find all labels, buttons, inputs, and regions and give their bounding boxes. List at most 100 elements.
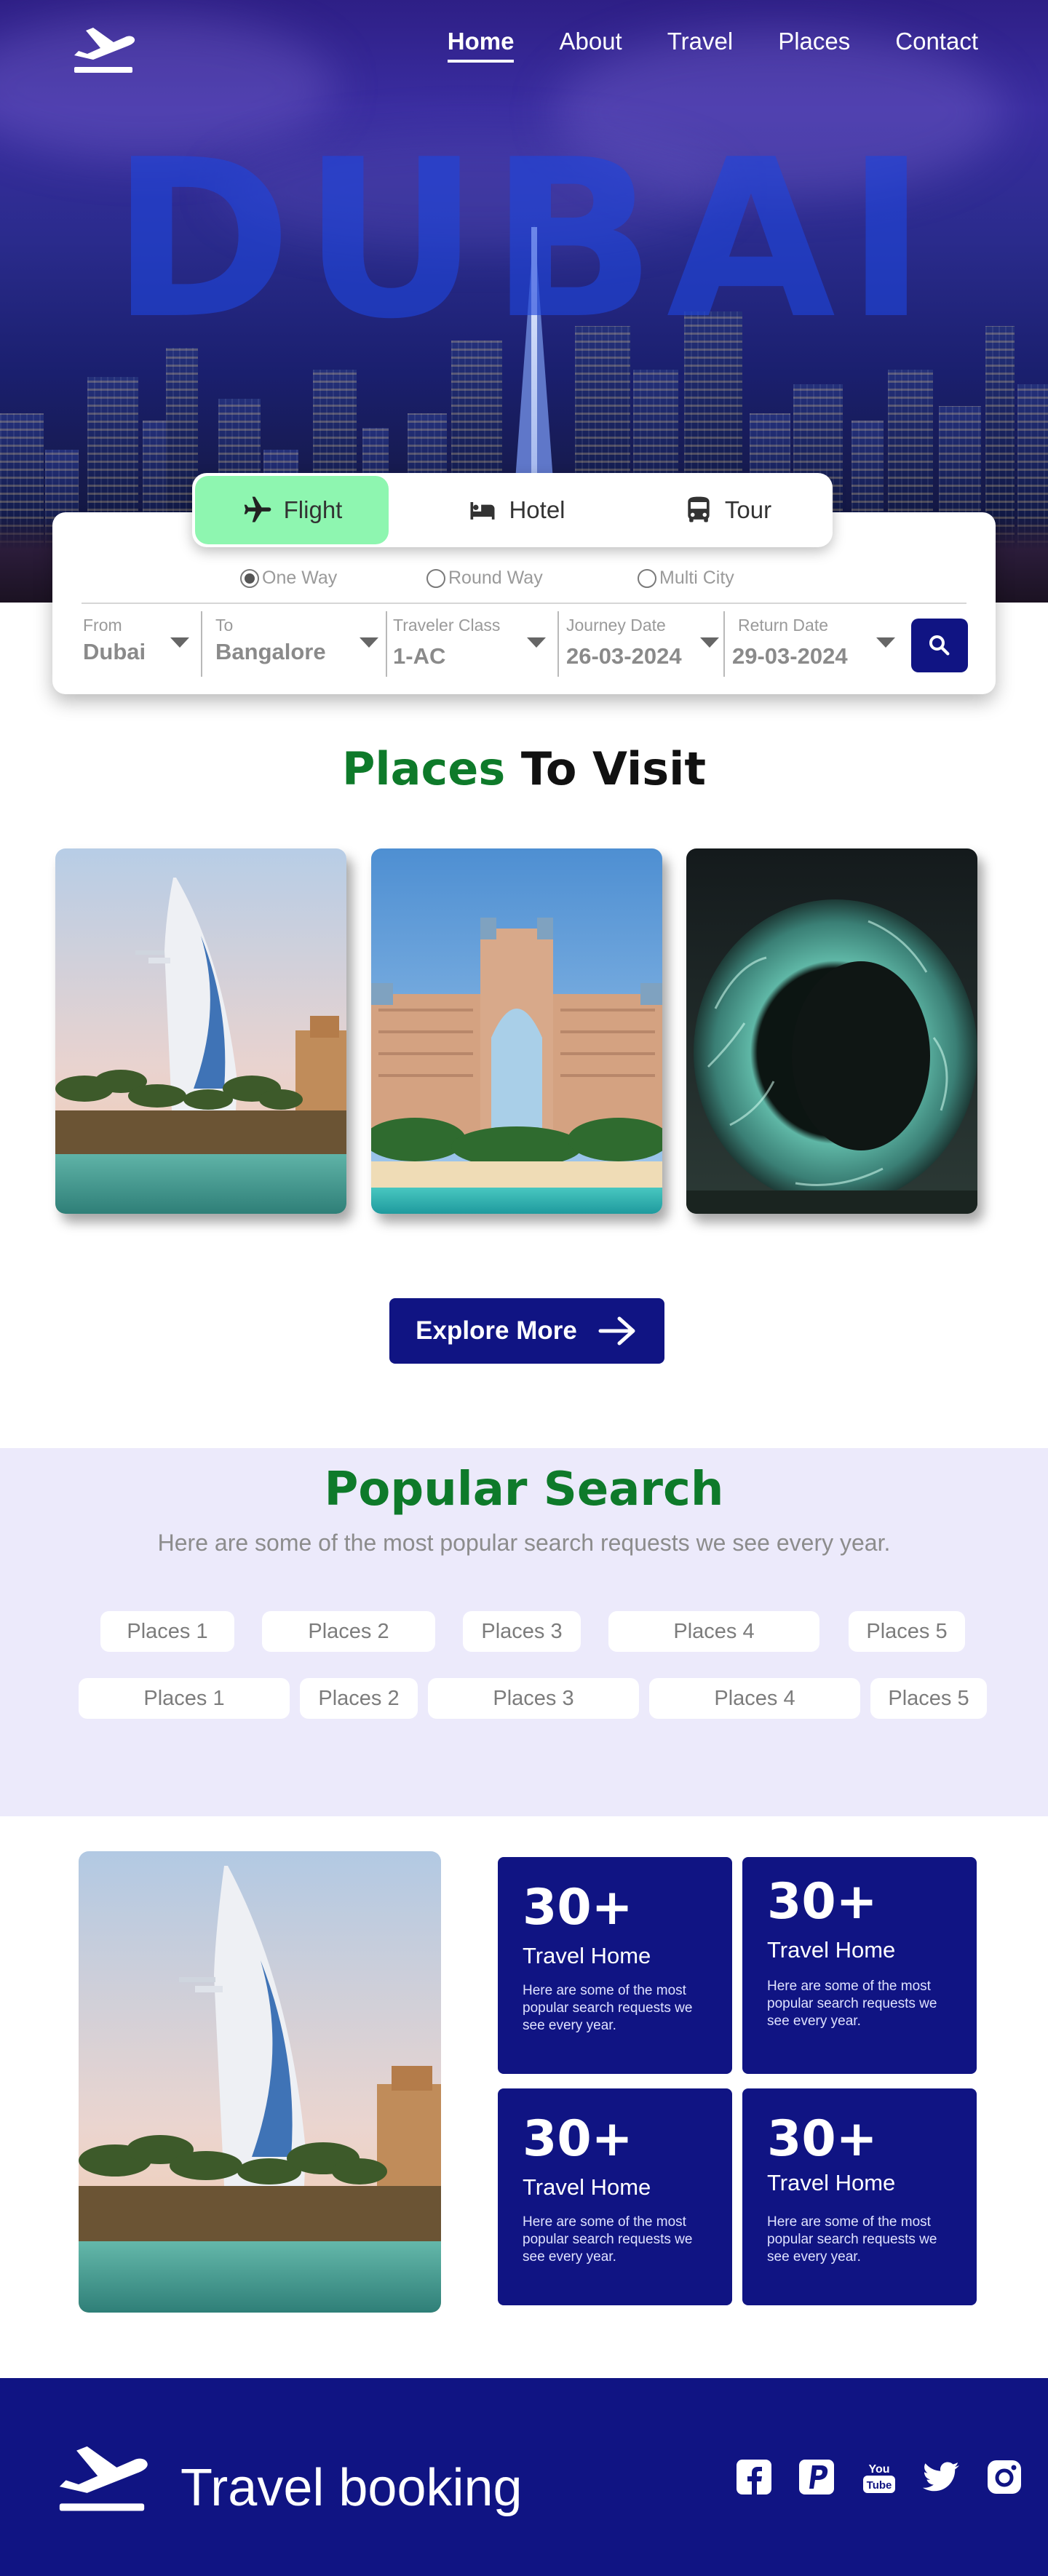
chevron-down-icon[interactable] [170,637,189,648]
stat-number: 30+ [767,2110,878,2168]
return-date-value[interactable]: 29-03-2024 [732,643,848,669]
to-field[interactable]: To Bangalore [215,610,386,677]
nav-places[interactable]: Places [778,28,850,63]
stats-photo [79,1851,441,2313]
stat-card: 30+ Travel Home Here are some of the mos… [498,1857,732,2074]
search-icon [929,635,950,656]
tab-tour-label: Tour [724,496,772,523]
radio-dot[interactable] [426,568,445,588]
field-separator [557,611,559,677]
facebook-icon[interactable] [735,2458,773,2496]
footer: Travel booking You Tube [0,2378,1048,2576]
museum-of-the-future-image [686,848,977,1214]
stat-card: 30+ Travel Home Here are some of the mos… [742,1857,977,2074]
popular-chip[interactable]: Places 5 [870,1678,987,1719]
bus-icon [688,496,710,522]
explore-more-button[interactable]: Explore More [389,1298,664,1364]
field-separator [201,611,202,677]
stat-description: Here are some of the most popular search… [523,2214,693,2265]
popular-search-title: Popular Search [324,1463,724,1516]
traveler-class-field[interactable]: Traveler Class 1-AC [393,610,552,677]
nav-home[interactable]: Home [447,28,515,63]
field-separator [723,611,725,677]
radio-multi-city-label: Multi City [659,568,734,588]
chevron-down-icon[interactable] [527,637,546,648]
stat-title: Travel Home [523,2174,651,2200]
chevron-down-icon[interactable] [360,637,378,648]
arrow-right-icon [598,1316,635,1345]
explore-more-label: Explore More [416,1316,577,1345]
instagram-icon[interactable] [985,2458,1023,2496]
place-card-burj-al-arab[interactable] [55,848,346,1214]
atlantis-hotel-image [371,848,662,1214]
radio-one-way[interactable]: One Way [240,568,337,589]
radio-dot[interactable] [240,568,259,588]
burj-al-arab-image [55,848,346,1214]
burj-al-arab-image [79,1851,441,2313]
journey-date-value[interactable]: 26-03-2024 [566,643,682,669]
journey-date-field[interactable]: Journey Date 26-03-2024 [566,610,728,677]
airplane-departure-icon[interactable] [71,22,135,76]
chevron-down-icon[interactable] [876,637,895,648]
places-title-rest: To Visit [505,742,706,795]
popular-chip[interactable]: Places 4 [608,1611,819,1652]
popular-chip[interactable]: Places 2 [300,1678,418,1719]
airplane-departure-icon [59,2446,148,2511]
radio-round-way[interactable]: Round Way [426,568,543,589]
hero-title: DUBAI [111,113,937,367]
nav-travel[interactable]: Travel [667,28,733,63]
tab-tour[interactable]: Tour [636,476,818,544]
radio-dot[interactable] [638,568,656,588]
stat-card: 30+ Travel Home Here are some of the mos… [498,2088,732,2305]
return-date-label: Return Date [738,616,829,635]
popular-chip[interactable]: Places 1 [79,1678,290,1719]
traveler-class-label: Traveler Class [393,616,501,635]
stat-card: 30+ Travel Home Here are some of the mos… [742,2088,977,2305]
paypal-icon[interactable] [798,2458,835,2496]
popular-chip[interactable]: Places 4 [649,1678,860,1719]
youtube-icon[interactable]: You Tube [860,2458,898,2496]
places-title-highlight: Places [341,742,506,795]
chevron-down-icon[interactable] [700,637,719,648]
tab-hotel[interactable]: Hotel [425,476,607,544]
to-value[interactable]: Bangalore [215,639,326,665]
field-separator [386,611,387,677]
stat-description: Here are some of the most popular search… [767,1979,937,2029]
return-date-field[interactable]: Return Date 29-03-2024 [732,610,895,677]
popular-search-subtitle: Here are some of the most popular search… [157,1530,891,1556]
svg-text:You: You [868,2463,889,2476]
popular-chip[interactable]: Places 3 [463,1611,581,1652]
tab-flight-label: Flight [283,496,343,523]
tab-flight[interactable]: Flight [195,476,389,544]
radio-round-way-label: Round Way [448,568,543,588]
svg-text:Tube: Tube [867,2479,892,2492]
radio-multi-city[interactable]: Multi City [638,568,734,589]
from-value[interactable]: Dubai [83,639,146,665]
nav-contact[interactable]: Contact [895,28,978,63]
place-card-atlantis[interactable] [371,848,662,1214]
popular-chip[interactable]: Places 1 [100,1611,234,1652]
journey-date-label: Journey Date [566,616,666,635]
footer-brand: Travel booking [180,2459,523,2517]
stat-number: 30+ [523,2110,633,2168]
stat-number: 30+ [767,1873,878,1931]
place-card-museum-of-the-future[interactable] [686,848,977,1214]
bed-icon [470,502,495,520]
twitter-icon[interactable] [923,2458,961,2496]
search-button[interactable] [911,619,968,672]
stat-title: Travel Home [767,1937,896,1963]
places-title: Places To Visit [0,742,1048,795]
stat-title: Travel Home [767,2170,896,2195]
popular-chip[interactable]: Places 5 [849,1611,965,1652]
airplane-icon [244,496,271,522]
trip-type-radios: One Way Round Way Multi City [52,568,996,597]
from-field[interactable]: From Dubai [83,610,192,677]
popular-chip[interactable]: Places 2 [262,1611,435,1652]
booking-tabs: Flight Hotel Tour [192,473,833,547]
radio-one-way-label: One Way [262,568,338,588]
main-nav: Home About Travel Places Contact [447,28,978,63]
popular-chip[interactable]: Places 3 [428,1678,639,1719]
traveler-class-value[interactable]: 1-AC [393,643,445,669]
stat-description: Here are some of the most popular search… [767,2214,937,2265]
nav-about[interactable]: About [559,28,622,63]
